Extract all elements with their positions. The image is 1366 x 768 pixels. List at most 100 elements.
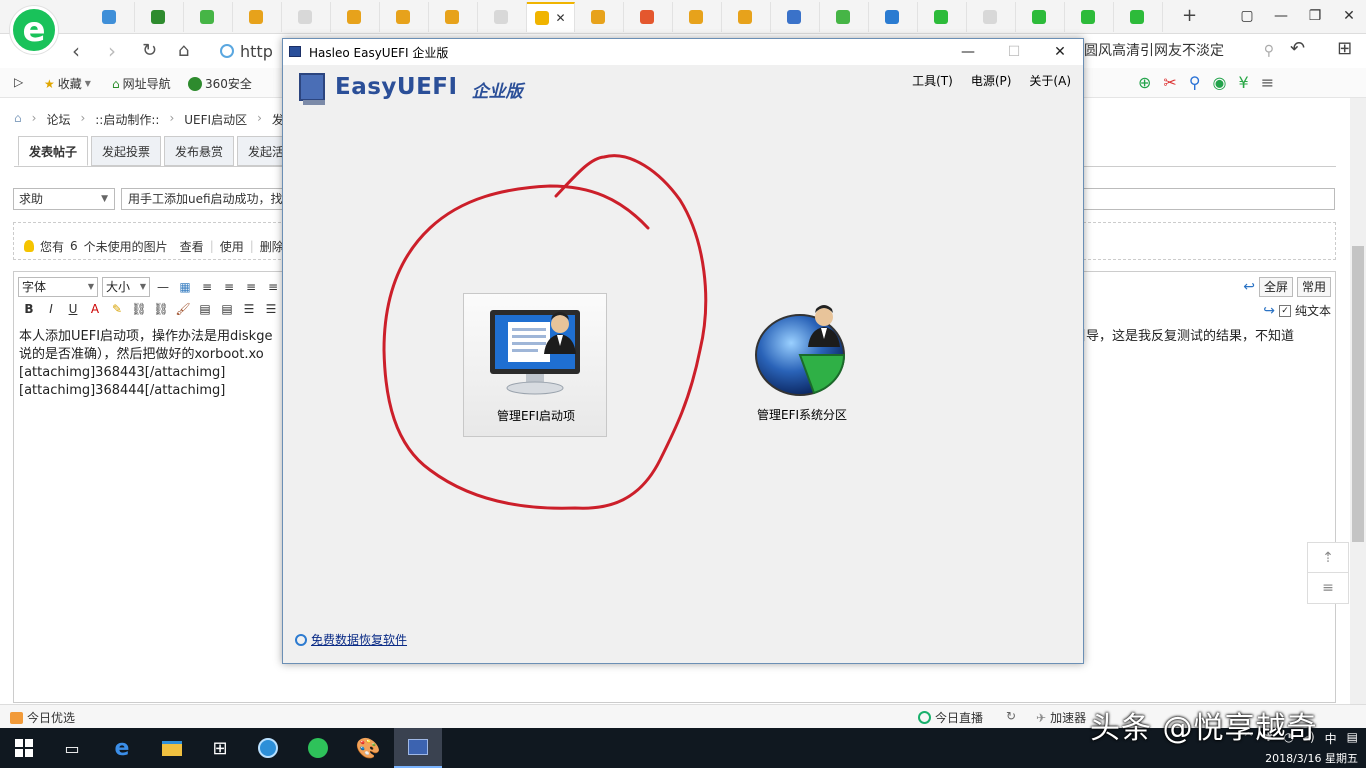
redo-arrow-icon[interactable]: ↪ [1263,303,1275,319]
browser-tab[interactable] [380,2,429,32]
browser-tab[interactable] [624,2,673,32]
browser-tab[interactable] [1114,2,1163,32]
task-view-button[interactable]: ▭ [48,728,96,768]
start-button[interactable] [0,728,48,768]
browser-tab[interactable] [331,2,380,32]
search-icon[interactable]: ⚲ [1189,73,1201,92]
size-select[interactable]: 大小 ▼ [102,277,150,297]
close-button[interactable]: ✕ [1037,39,1083,65]
sidebar-toggle-icon[interactable]: ▷ [14,75,23,89]
notification-icon[interactable]: ▤ [1347,730,1358,747]
paint-button[interactable]: 🎨 [344,728,392,768]
ordered-list-icon[interactable]: ☰ [240,300,258,318]
shirt-skin-icon[interactable]: ▢ [1230,0,1264,32]
ime-indicator[interactable]: 中 [1325,730,1337,747]
highlight-icon[interactable]: ✎ [108,300,126,318]
align-center-icon[interactable]: ≡ [220,278,238,296]
font-select[interactable]: 字体 ▼ [18,277,98,297]
ie-button[interactable] [244,728,292,768]
clock-date[interactable]: 2018/3/16 星期五 [1243,750,1358,766]
back-to-top-icon[interactable]: ⇡ [1308,543,1348,573]
table-icon[interactable]: ▦ [176,278,194,296]
edge-button[interactable]: e [98,728,146,768]
browser-tab[interactable] [429,2,478,32]
italic-icon[interactable]: I [42,300,60,318]
align-right-icon[interactable]: ≡ [242,278,260,296]
delete-images-link[interactable]: 删除 [260,238,284,255]
common-button[interactable]: 常用 [1296,277,1331,297]
browser-tab[interactable] [233,2,282,32]
minimize-button[interactable]: — [945,39,991,65]
float-left-icon[interactable]: ▤ [196,300,214,318]
tab-close-icon[interactable]: ✕ [555,11,565,25]
yen-icon[interactable]: ¥ [1239,73,1249,92]
browser-tab[interactable] [135,2,184,32]
browser-tab[interactable] [673,2,722,32]
accelerator[interactable]: ✈ 加速器 [1036,709,1086,726]
window-title-bar[interactable]: Hasleo EasyUEFI 企业版 — ☐ ✕ [283,39,1083,65]
back-button[interactable]: ‹ [72,39,80,63]
search-input[interactable]: 圆风高清引网友不淡定 ⚲ [1084,38,1280,64]
scrollbar-thumb[interactable] [1352,246,1364,542]
browser-tab[interactable] [967,2,1016,32]
new-tab-button[interactable]: + [1182,5,1197,26]
today-pick[interactable]: 今日优选 [10,709,75,726]
menu-about[interactable]: 关于(A) [1029,72,1071,89]
minimize-button[interactable]: — [1264,0,1298,32]
browser-tab[interactable] [575,2,624,32]
list-icon[interactable]: ≡ [1308,573,1348,603]
hr-icon[interactable]: — [154,278,172,296]
store-button[interactable]: ⊞ [196,728,244,768]
browser-tab[interactable] [86,2,135,32]
view-images-link[interactable]: 查看 [180,238,204,255]
tab-reward[interactable]: 发布悬赏 [164,136,235,166]
font-color-icon[interactable]: A [86,300,104,318]
reload-button[interactable]: ↻ [142,40,157,61]
use-images-link[interactable]: 使用 [220,238,244,255]
browser-tab[interactable] [918,2,967,32]
underline-icon[interactable]: U [64,300,82,318]
home-icon[interactable]: ⌂ [14,111,22,128]
maximize-button[interactable]: ☐ [991,39,1037,65]
restore-button[interactable]: ❐ [1298,0,1332,32]
undo-arrow-icon[interactable]: ↩ [1243,279,1255,295]
float-right-icon[interactable]: ▤ [218,300,236,318]
bookmark-favorites[interactable]: ★ 收藏 ▼ [44,75,91,92]
menu-power[interactable]: 电源(P) [971,72,1012,89]
align-left-icon[interactable]: ≡ [198,278,216,296]
plain-text-checkbox[interactable]: ✓ [1278,304,1291,317]
browser-tab[interactable]: ✕ [527,2,575,32]
breadcrumb-item[interactable]: UEFI启动区 [184,111,247,128]
easyuefi-taskbar-button[interactable] [394,728,442,768]
scissors-icon[interactable]: ✂ [1163,73,1176,92]
browser-tab[interactable] [1065,2,1114,32]
browser-logo-icon[interactable]: e [10,6,58,54]
browser-button[interactable] [294,728,342,768]
browser-tab[interactable] [478,2,527,32]
browser-tab[interactable] [722,2,771,32]
browser-tab[interactable] [184,2,233,32]
thread-type-select[interactable]: 求助 ▼ [13,188,115,210]
page-scrollbar[interactable] [1350,98,1366,704]
link-icon[interactable]: ⛓ [130,300,148,318]
browser-tab[interactable] [1016,2,1065,32]
apps-grid-icon[interactable]: ⊞ [1337,38,1352,59]
bookmark-nav[interactable]: ⌂ 网址导航 [112,75,171,92]
search-icon[interactable]: ⚲ [1264,38,1274,64]
explorer-button[interactable] [148,728,196,768]
browser-tab[interactable] [869,2,918,32]
today-live[interactable]: 今日直播 [918,709,983,726]
refresh-icon[interactable]: ↻ [1006,709,1016,723]
unordered-list-icon[interactable]: ☰ [262,300,280,318]
forward-button[interactable]: › [108,39,116,63]
free-data-recovery-link[interactable]: 免费数据恢复软件 [295,631,407,648]
browser-tab[interactable] [820,2,869,32]
bookmark-360[interactable]: 360安全 [188,75,252,92]
manage-efi-system-partition-button[interactable]: 管理EFI系统分区 [730,293,874,437]
unlink-icon[interactable]: ⛓ [152,300,170,318]
align-justify-icon[interactable]: ≡ [264,278,282,296]
tab-new-post[interactable]: 发表帖子 [18,136,89,166]
undo-icon[interactable]: ↶ [1290,38,1305,59]
browser-tab[interactable] [282,2,331,32]
game-icon[interactable]: ◉ [1213,73,1227,92]
